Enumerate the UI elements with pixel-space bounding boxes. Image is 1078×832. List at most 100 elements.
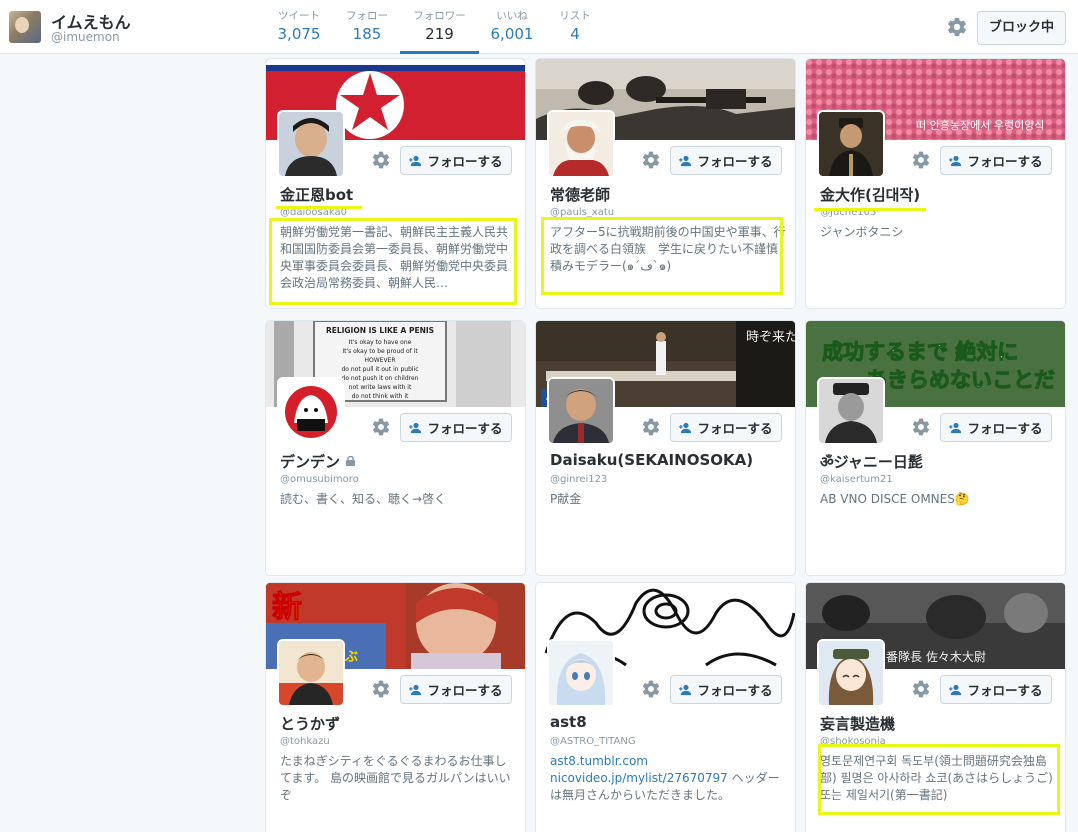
- gear-icon[interactable]: [371, 679, 391, 699]
- user-card[interactable]: フォローする 金正恩bot @daioosaka0 朝鮮労働党第一書記、朝鮮民主…: [265, 58, 526, 309]
- user-avatar[interactable]: [817, 377, 885, 445]
- user-handle[interactable]: @Juche103: [820, 207, 876, 218]
- user-name[interactable]: 金大作(김대작): [820, 184, 920, 205]
- user-avatar[interactable]: [547, 110, 615, 178]
- user-bio: AB VNO DISCE OMNES🤔: [820, 492, 970, 506]
- user-name[interactable]: ast8: [550, 713, 587, 731]
- user-handle[interactable]: @daioosaka0: [280, 207, 347, 218]
- user-avatar[interactable]: [547, 377, 615, 445]
- blocked-button[interactable]: ブロック中: [977, 11, 1066, 45]
- sign-line: HOWEVER: [364, 357, 395, 364]
- user-name[interactable]: 妄言製造機: [820, 713, 895, 734]
- gear-icon[interactable]: [371, 417, 391, 437]
- profile-avatar[interactable]: [9, 11, 41, 43]
- stat-value: 6,001: [490, 25, 534, 43]
- user-bio: P献金: [550, 492, 582, 506]
- user-card[interactable]: フォローする 常德老師 @pauls_xatu アフター5に抗戦期前後の中国史や…: [535, 58, 796, 309]
- user-name[interactable]: 常德老師: [550, 184, 610, 205]
- user-bio: たまねぎシティをぐるぐるまわるお仕事してます。 島の映画館で見るガルパンはいいぞ: [280, 754, 511, 802]
- lock-icon: [346, 456, 356, 466]
- user-handle[interactable]: @tohkazu: [280, 736, 330, 747]
- user-avatar[interactable]: [817, 639, 885, 707]
- stat-following[interactable]: フォロー 185: [339, 9, 395, 54]
- banner-sign: 新: [272, 590, 302, 625]
- user-bio: アフター5に抗戦期前後の中国史や軍事、行政を調べる白領族 学生に戻りたい不謹慎積…: [550, 225, 786, 273]
- user-handle[interactable]: @ginrei123: [550, 474, 607, 485]
- banner-caption: 時ぞ来たり: [746, 330, 795, 345]
- user-avatar[interactable]: [547, 639, 615, 707]
- add-user-icon: [409, 422, 422, 433]
- user-bio: ast8.tumblr.com nicovideo.jp/mylist/2767…: [550, 753, 788, 804]
- follow-label: フォローする: [427, 421, 503, 436]
- add-user-icon: [949, 155, 962, 166]
- user-avatar[interactable]: [277, 110, 345, 178]
- follow-button[interactable]: フォローする: [400, 413, 512, 442]
- follow-label: フォローする: [427, 154, 503, 169]
- follow-button[interactable]: フォローする: [940, 675, 1052, 704]
- add-user-icon: [409, 155, 422, 166]
- gear-icon[interactable]: [641, 679, 661, 699]
- gear-icon[interactable]: [641, 150, 661, 170]
- gear-icon[interactable]: [911, 679, 931, 699]
- stat-lists[interactable]: リスト 4: [552, 9, 598, 54]
- user-card[interactable]: フォローする ast8 @ASTRO_TITANG ast8.tumblr.co…: [535, 582, 796, 832]
- user-handle[interactable]: @omusubimoro: [280, 474, 359, 485]
- stat-label: フォロワー: [413, 10, 466, 22]
- user-card[interactable]: 番隊長 佐々木大尉 フォローする 妄言製造機 @shokosonia 영토문제연…: [805, 582, 1066, 832]
- user-card[interactable]: 成功するまで 絶対に あきらめないことだ フォローする ॐジャニー日髭 @kai…: [805, 320, 1066, 576]
- sign-line: do not pull it out in public: [341, 366, 418, 373]
- user-name[interactable]: 金正恩bot: [280, 184, 353, 205]
- add-user-icon: [409, 684, 422, 695]
- add-user-icon: [679, 684, 692, 695]
- user-name[interactable]: デンデン: [280, 453, 340, 471]
- stat-value: 3,075: [277, 25, 321, 43]
- user-handle[interactable]: @ASTRO_TITANG: [550, 736, 636, 747]
- follow-button[interactable]: フォローする: [940, 413, 1052, 442]
- gear-icon[interactable]: [911, 150, 931, 170]
- user-handle[interactable]: @kaisertum21: [820, 474, 893, 485]
- follow-button[interactable]: フォローする: [670, 413, 782, 442]
- user-avatar[interactable]: [817, 110, 885, 178]
- follow-button[interactable]: フォローする: [400, 675, 512, 704]
- add-user-icon: [679, 422, 692, 433]
- user-card[interactable]: 時ぞ来たり 平成 フォローする Daisaku(SEKAINOSOKA) @gi…: [535, 320, 796, 576]
- sign-title: RELIGION IS LIKE A PENIS: [326, 326, 434, 335]
- user-name[interactable]: Daisaku(SEKAINOSOKA): [550, 451, 753, 469]
- follow-label: フォローする: [697, 154, 773, 169]
- bio-link[interactable]: nicovideo.jp/mylist/27670797: [550, 771, 728, 785]
- follow-label: フォローする: [427, 683, 503, 698]
- banner-caption-2: あきらめないことだ: [866, 368, 1055, 392]
- follow-label: フォローする: [697, 683, 773, 698]
- gear-icon[interactable]: [946, 16, 968, 38]
- user-avatar[interactable]: [277, 377, 345, 445]
- gear-icon[interactable]: [371, 150, 391, 170]
- follow-button[interactable]: フォローする: [400, 146, 512, 175]
- follow-label: フォローする: [697, 421, 773, 436]
- follow-button[interactable]: フォローする: [670, 146, 782, 175]
- user-handle[interactable]: @pauls_xatu: [550, 207, 614, 218]
- user-avatar[interactable]: [277, 639, 345, 707]
- stat-tweets[interactable]: ツイート 3,075: [274, 9, 324, 54]
- stat-followers[interactable]: フォロワー 219: [400, 9, 479, 54]
- user-name[interactable]: とうかず: [280, 713, 340, 734]
- user-card[interactable]: 떠 안흥농장에서 우렁이양식 フォローする 金大作(김대작) @Juche103…: [805, 58, 1066, 309]
- user-card[interactable]: 新 んが選ぶ フォローする とうかず @tohkazu たまねぎシティをぐるぐる…: [265, 582, 526, 832]
- follow-button[interactable]: フォローする: [940, 146, 1052, 175]
- follow-button[interactable]: フォローする: [670, 675, 782, 704]
- add-user-icon: [949, 684, 962, 695]
- stat-label: ツイート: [278, 10, 320, 22]
- user-handle[interactable]: @shokosonia: [820, 736, 886, 747]
- gear-icon[interactable]: [911, 417, 931, 437]
- user-name-row[interactable]: デンデン: [280, 451, 356, 472]
- bio-link[interactable]: ast8.tumblr.com: [550, 754, 648, 768]
- add-user-icon: [949, 422, 962, 433]
- stat-label: いいね: [496, 10, 528, 22]
- follow-label: フォローする: [967, 683, 1043, 698]
- sign-line: It's okay to be proud of it: [342, 348, 418, 355]
- gear-icon[interactable]: [641, 417, 661, 437]
- user-name[interactable]: ॐジャニー日髭: [820, 451, 923, 472]
- user-card[interactable]: RELIGION IS LIKE A PENIS It's okay to ha…: [265, 320, 526, 576]
- sign-line: do not think with it: [352, 393, 409, 400]
- stat-value: 185: [352, 25, 382, 43]
- stat-likes[interactable]: いいね 6,001: [486, 9, 538, 54]
